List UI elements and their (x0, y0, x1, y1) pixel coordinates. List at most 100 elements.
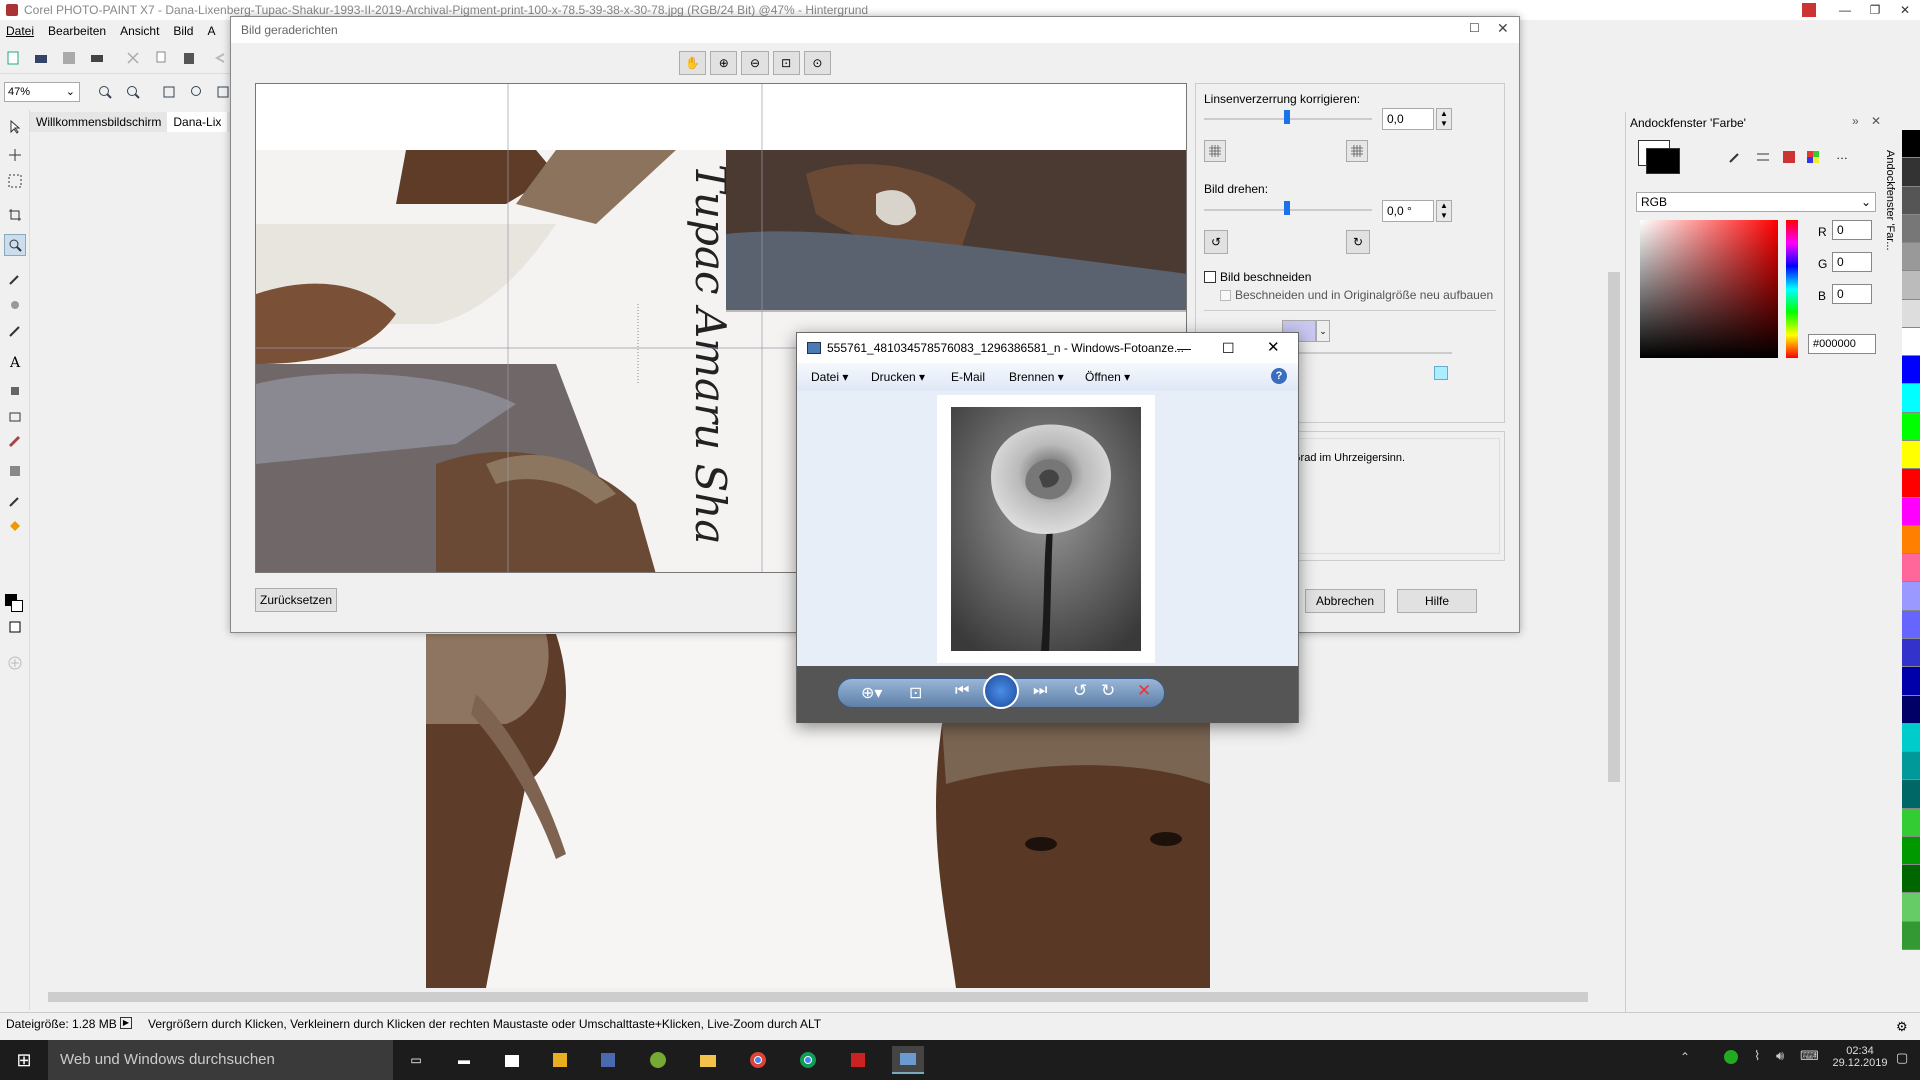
tray-up-icon[interactable]: ⌃ (1680, 1050, 1690, 1064)
palette-swatch[interactable] (1902, 497, 1920, 526)
menu-oeffnen[interactable]: Öffnen ▾ (1085, 370, 1130, 384)
palette-swatch[interactable] (1902, 893, 1920, 922)
background-color-swatch[interactable] (11, 600, 23, 612)
rotate-cw-icon[interactable]: ↻ (1346, 230, 1370, 254)
zoom-in-icon[interactable] (96, 83, 114, 101)
help-button[interactable]: Hilfe (1397, 589, 1477, 613)
palette-swatch[interactable] (1902, 752, 1920, 781)
settings-icon[interactable]: ⚙ (1896, 1016, 1908, 1038)
clone-tool-icon[interactable] (6, 382, 24, 400)
palette-swatch[interactable] (1902, 384, 1920, 413)
maximize-button[interactable]: ❐ (1860, 0, 1890, 20)
reset-button[interactable]: Zurücksetzen (255, 588, 337, 612)
lens-value-input[interactable]: 0,0 (1382, 108, 1434, 130)
corel-icon[interactable] (842, 1046, 874, 1074)
zoom-select[interactable]: 47% ⌄ (4, 82, 80, 102)
palette-swatch[interactable] (1902, 667, 1920, 696)
close-icon[interactable]: ✕ (1267, 333, 1280, 363)
close-button[interactable]: ✕ (1890, 0, 1920, 20)
minimize-icon[interactable]: — (1177, 333, 1191, 363)
app-icon-2[interactable] (592, 1046, 624, 1074)
color-viewer-icon[interactable] (1780, 148, 1798, 166)
color-eyedropper-icon[interactable] (6, 492, 24, 510)
user-icon[interactable] (1802, 3, 1816, 17)
taskbar-search[interactable]: Web und Windows durchsuchen (48, 1040, 393, 1080)
color-model-select[interactable]: RGB ⌄ (1636, 192, 1876, 212)
palette-swatch[interactable] (1902, 214, 1920, 244)
palette-swatch[interactable] (1902, 158, 1920, 187)
rotate-cw-icon[interactable]: ↻ (1101, 681, 1115, 701)
chevron-down-icon[interactable]: ⌄ (1316, 320, 1330, 342)
palette-swatch[interactable] (1902, 780, 1920, 809)
paste-icon[interactable] (180, 49, 198, 67)
pan-icon[interactable]: ✋ (679, 51, 707, 75)
zoom-fit-icon[interactable] (160, 83, 178, 101)
color-picker-square[interactable] (1640, 220, 1778, 358)
palette-swatch[interactable] (1902, 441, 1920, 470)
scroll-thumb[interactable] (1608, 272, 1620, 782)
zoom-width-icon[interactable] (188, 83, 206, 101)
store-icon[interactable] (496, 1046, 528, 1074)
text-tool-icon[interactable]: A (6, 354, 24, 372)
hex-input[interactable]: #000000 (1808, 334, 1876, 354)
color-sliders-icon[interactable] (1754, 148, 1772, 166)
palette-swatch[interactable] (1902, 327, 1920, 357)
docker-side-tab[interactable]: Andockfenster 'Far... (1882, 150, 1896, 280)
palette-swatch[interactable] (1902, 695, 1920, 724)
crop-checkbox[interactable] (1204, 271, 1216, 283)
add-tool-icon[interactable] (6, 654, 24, 672)
palette-swatch[interactable] (1902, 271, 1920, 300)
help-icon[interactable]: ? (1271, 368, 1287, 384)
zoom-out-icon[interactable]: ⊖ (741, 51, 769, 75)
start-icon[interactable]: ⊞ (8, 1046, 40, 1074)
menu-ansicht[interactable]: Ansicht (120, 24, 159, 38)
lens-spinner[interactable]: ▲ ▼ (1436, 108, 1452, 130)
open-folder-icon[interactable] (32, 49, 50, 67)
app-icon-3[interactable] (642, 1046, 674, 1074)
photo-viewer-taskbar-icon[interactable] (892, 1046, 924, 1074)
play-icon[interactable]: ▶ (120, 1017, 132, 1029)
palette-swatch[interactable] (1902, 723, 1920, 753)
primary-color[interactable] (1646, 148, 1680, 174)
tray-keyboard-icon[interactable]: ⌨ (1800, 1048, 1819, 1064)
menu-drucken[interactable]: Drucken ▾ (871, 370, 925, 384)
print-icon[interactable] (88, 49, 106, 67)
previous-icon[interactable]: ⏮ (955, 682, 969, 700)
folder-icon[interactable] (692, 1046, 724, 1074)
cut-icon[interactable] (124, 49, 142, 67)
menu-bearbeiten[interactable]: Bearbeiten (48, 24, 106, 38)
chrome-icon[interactable] (742, 1046, 774, 1074)
menu-datei[interactable]: Datei ▾ (811, 370, 848, 384)
dialog-maximize-icon[interactable]: ☐ (1469, 21, 1480, 35)
app-icon-1[interactable] (544, 1046, 576, 1074)
palette-swatch[interactable] (1902, 299, 1920, 328)
clock[interactable]: 02:34 29.12.2019 (1832, 1045, 1888, 1069)
palette-swatch[interactable] (1902, 130, 1920, 159)
redeye-tool-icon[interactable] (6, 296, 24, 314)
brush-tool-icon[interactable] (6, 322, 24, 340)
crop-option[interactable]: Bild beschneiden (1204, 270, 1311, 284)
tab-document[interactable]: Dana-Lix (167, 112, 228, 132)
eyedropper-tool-icon[interactable] (6, 270, 24, 288)
vertical-scrollbar[interactable] (1604, 132, 1624, 988)
fill-tool-icon[interactable] (6, 516, 24, 534)
pick-tool-icon[interactable] (6, 118, 24, 136)
menu-bild[interactable]: Bild (173, 24, 193, 38)
palette-swatch[interactable] (1902, 921, 1920, 950)
palette-swatch[interactable] (1902, 356, 1920, 385)
paper-color-icon[interactable] (6, 618, 24, 636)
menu-email[interactable]: E-Mail (951, 370, 985, 384)
zoom-icon[interactable]: ⊕▾ (861, 683, 882, 703)
palette-swatch[interactable] (1902, 186, 1920, 215)
g-input[interactable]: 0 (1832, 252, 1872, 272)
horizontal-scrollbar[interactable] (30, 988, 1612, 1006)
more-options-icon[interactable]: … (1836, 148, 1848, 162)
new-file-icon[interactable] (4, 49, 22, 67)
delete-icon[interactable]: ✕ (1137, 681, 1151, 701)
palette-swatch[interactable] (1902, 243, 1920, 272)
fit-icon[interactable]: ⊡ (772, 51, 800, 75)
r-input[interactable]: 0 (1832, 220, 1872, 240)
undo-icon[interactable] (212, 49, 230, 67)
lens-slider-thumb[interactable] (1284, 110, 1290, 124)
tray-network-icon[interactable]: ⌇ (1754, 1048, 1760, 1064)
